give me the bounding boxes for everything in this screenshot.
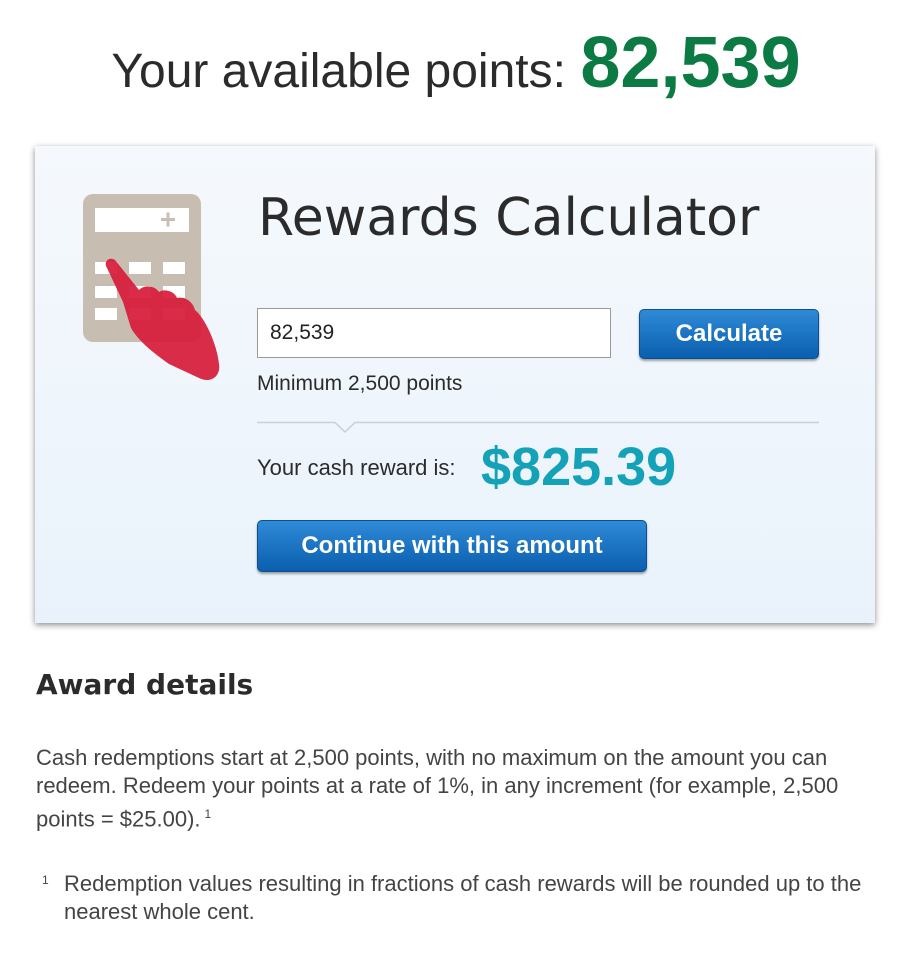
- calculate-button[interactable]: Calculate: [639, 309, 819, 359]
- available-points-headline: Your available points: 82,539: [0, 22, 912, 104]
- cash-reward-value: $825.39: [481, 437, 677, 497]
- cash-reward-label: Your cash reward is:: [257, 455, 456, 480]
- calculator-title: Rewards Calculator: [258, 188, 760, 248]
- calculator-hand-icon: [83, 194, 220, 381]
- footnote-mark: 1: [42, 873, 49, 887]
- available-points-label: Your available points:: [111, 45, 566, 98]
- award-details-text: Cash redemptions start at 2,500 points, …: [36, 745, 839, 832]
- points-input[interactable]: [257, 308, 611, 358]
- award-details-body: Cash redemptions start at 2,500 points, …: [36, 744, 876, 833]
- footnote-reference[interactable]: 1: [205, 807, 212, 821]
- minimum-points-note: Minimum 2,500 points: [257, 372, 463, 395]
- footnote-text: Redemption values resulting in fractions…: [64, 871, 862, 924]
- footnote: 1 Redemption values resulting in fractio…: [42, 870, 882, 926]
- rewards-calculator-card: Rewards Calculator Calculate Minimum 2,5…: [35, 146, 875, 623]
- available-points-value: 82,539: [580, 23, 801, 103]
- continue-with-amount-button[interactable]: Continue with this amount: [257, 520, 647, 572]
- divider: [257, 421, 819, 434]
- award-details-heading: Award details: [36, 668, 254, 701]
